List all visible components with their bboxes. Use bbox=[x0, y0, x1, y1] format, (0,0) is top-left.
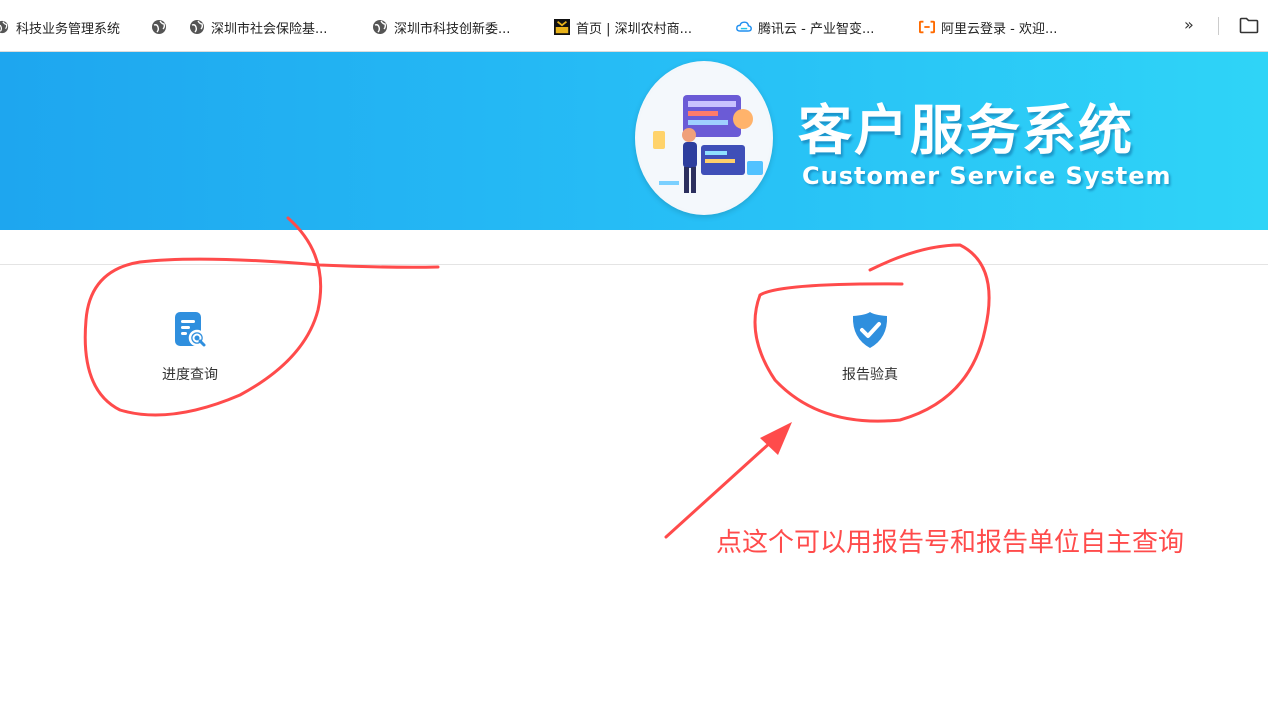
tencent-cloud-icon bbox=[736, 19, 752, 35]
toolbar-separator bbox=[1218, 17, 1219, 35]
annotation-arrow-head bbox=[760, 422, 792, 455]
annotation-note: 点这个可以用报告号和报告单位自主查询 bbox=[716, 528, 1185, 558]
globe-icon bbox=[189, 19, 205, 35]
bookmark-item-5[interactable]: 首页 | 深圳农村商... bbox=[554, 13, 692, 41]
bookmark-item-1[interactable]: 科技业务管理系统 bbox=[0, 13, 120, 41]
globe-icon bbox=[372, 19, 388, 35]
bookmark-item-3[interactable]: 深圳市社会保险基... bbox=[189, 13, 327, 41]
globe-icon bbox=[151, 19, 167, 35]
document-search-icon bbox=[170, 310, 210, 350]
bookmarks-bar: 科技业务管理系统 深圳市社会保险基... 深圳市科技创新委... 首页 | 深圳… bbox=[0, 0, 1268, 52]
bookmark-label: 科技业务管理系统 bbox=[16, 21, 121, 37]
aliyun-icon bbox=[919, 19, 935, 35]
report-verify-tile[interactable]: 报告验真 bbox=[810, 310, 930, 384]
system-title: 客户服务系统 bbox=[798, 99, 1134, 162]
progress-query-tile[interactable]: 进度查询 bbox=[130, 310, 250, 384]
header-banner: 客户服务系统 Customer Service System bbox=[0, 52, 1268, 230]
content-divider bbox=[0, 264, 1268, 265]
folder-icon[interactable] bbox=[1239, 17, 1259, 38]
globe-icon bbox=[0, 19, 10, 35]
bookmark-item-4[interactable]: 深圳市科技创新委... bbox=[372, 13, 510, 41]
system-subtitle: Customer Service System bbox=[802, 162, 1172, 190]
bookmark-label: 阿里云登录 - 欢迎... bbox=[941, 21, 1058, 37]
banner-illustration bbox=[635, 61, 773, 215]
bookmarks-overflow-button[interactable]: » bbox=[1184, 15, 1194, 34]
bookmark-label: 深圳市社会保险基... bbox=[211, 21, 328, 37]
bank-logo-icon bbox=[554, 19, 570, 35]
bookmark-label: 腾讯云 - 产业智变... bbox=[758, 21, 875, 37]
bookmark-label: 深圳市科技创新委... bbox=[394, 21, 511, 37]
bookmark-item-7[interactable]: 阿里云登录 - 欢迎... bbox=[919, 13, 1057, 41]
bookmark-label: 首页 | 深圳农村商... bbox=[576, 21, 693, 37]
shield-check-icon bbox=[850, 310, 890, 350]
bookmark-item-6[interactable]: 腾讯云 - 产业智变... bbox=[736, 13, 874, 41]
report-verify-label: 报告验真 bbox=[842, 367, 898, 383]
bookmark-item-2[interactable] bbox=[151, 13, 173, 41]
progress-query-label: 进度查询 bbox=[162, 367, 218, 383]
